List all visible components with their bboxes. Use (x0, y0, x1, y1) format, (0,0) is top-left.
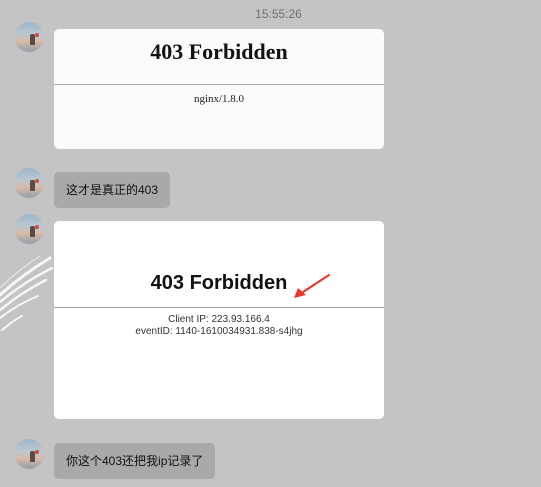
text-message-bubble[interactable]: 这才是真正的403 (54, 172, 171, 208)
red-arrow-icon (294, 273, 331, 298)
divider (54, 84, 384, 85)
page-heading: 403 Forbidden (150, 39, 288, 64)
avatar[interactable] (14, 439, 44, 469)
avatar-accent (35, 33, 39, 37)
avatar[interactable] (14, 214, 44, 244)
avatar[interactable] (14, 22, 44, 52)
divider (54, 307, 384, 308)
image-message-waf-403[interactable]: 403 Forbidden Client IP: 223.93.166.4 ev… (54, 221, 384, 419)
text-message-bubble[interactable]: 你这个403还把我ip记录了 (54, 443, 216, 479)
server-signature: nginx/1.8.0 (193, 93, 245, 105)
avatar[interactable] (14, 168, 44, 198)
client-ip-text: Client IP: 223.93.166.4 (168, 314, 270, 325)
message-timestamp: 15:55:26 (255, 7, 302, 21)
hand-watermark-icon (0, 255, 54, 331)
avatar-accent (35, 450, 39, 454)
avatar-accent (35, 179, 39, 183)
avatar-accent (35, 225, 39, 229)
event-id-text: eventID: 1140-1610034931.838-s4jhg (135, 326, 303, 337)
image-message-nginx-403[interactable]: 403 Forbidden nginx/1.8.0 (54, 29, 384, 149)
